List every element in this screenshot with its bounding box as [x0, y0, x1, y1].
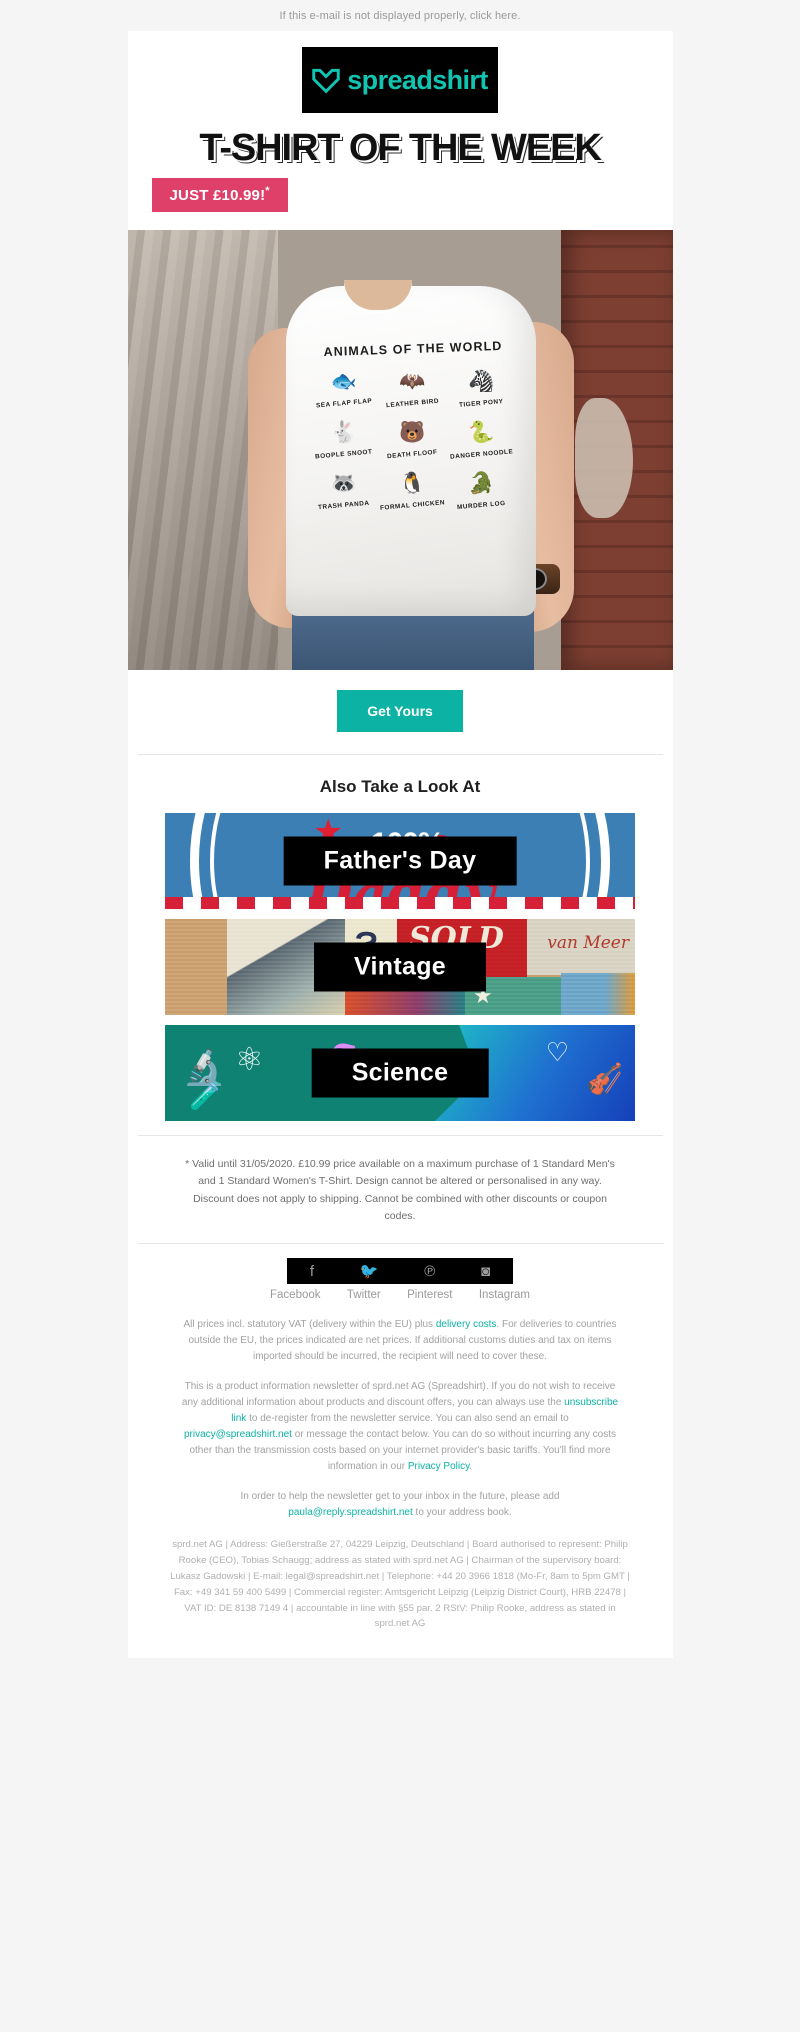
divider — [137, 1243, 663, 1245]
raccoon-icon: 🦝 — [330, 472, 357, 495]
print-animal-item: 🐍 DANGER NOODLE — [447, 415, 516, 461]
facebook-icon[interactable]: f — [310, 1264, 314, 1279]
sender-address-link[interactable]: paula@reply.spreadshirt.net — [288, 1507, 412, 1518]
instagram-link[interactable]: Instagram — [479, 1289, 530, 1301]
price-badge-asterisk: * — [265, 185, 270, 197]
tshirt-print-design: ANIMALS OF THE WORLD 🐟 SEA FLAP FLAP 🦇 L… — [310, 339, 516, 526]
price-badge-label: JUST £10.99! — [169, 187, 266, 204]
zebra-icon: 🦓 — [468, 370, 495, 393]
footer-vat-text: All prices incl. statutory VAT (delivery… — [128, 1301, 673, 1365]
print-animal-label: DANGER NOODLE — [449, 448, 513, 461]
inbox-text-part-2: to your address book. — [412, 1507, 512, 1519]
social-link-names: Facebook Twitter Pinterest Instagram — [270, 1289, 530, 1301]
preheader: If this e-mail is not displayed properly… — [0, 0, 800, 31]
model-figure: ANIMALS OF THE WORLD 🐟 SEA FLAP FLAP 🦇 L… — [247, 230, 574, 670]
print-animal-label: TIGER PONY — [458, 398, 504, 409]
banner-label: Father's Day — [283, 836, 517, 886]
offer-disclaimer: * Valid until 31/05/2020. £10.99 price a… — [185, 1158, 615, 1222]
print-animal-item: 🐻 DEATH FLOOF — [378, 415, 447, 461]
privacy-policy-link[interactable]: Privacy Policy — [408, 1461, 470, 1472]
print-animal-item: 🦇 LEATHER BIRD — [378, 364, 447, 410]
brand-name: spreadshirt — [347, 64, 488, 95]
heart-icon: ♡ — [545, 1037, 569, 1067]
stingray-icon: 🐟 — [330, 370, 357, 393]
delivery-costs-link[interactable]: delivery costs — [436, 1319, 497, 1330]
pinterest-icon[interactable]: ℗ — [424, 1264, 435, 1279]
banner-science[interactable]: 🔬 ⚛ 🧬 🧪 ♡ 🎻 Science — [165, 1025, 635, 1121]
preheader-text: If this e-mail is not displayed properly… — [279, 10, 470, 22]
microscope-icon: 🔬 — [183, 1049, 226, 1087]
vat-text-part-1: All prices incl. statutory VAT (delivery… — [183, 1319, 436, 1331]
print-animal-item: 🦝 TRASH PANDA — [310, 466, 379, 512]
print-animal-label: LEATHER BIRD — [385, 397, 440, 410]
banner-fathers-day[interactable]: 100% ★ Daddy Father's Day — [165, 813, 635, 909]
bear-icon: 🐻 — [399, 421, 426, 444]
test-tubes-icon: 🧪 — [189, 1081, 222, 1111]
cta-section: Get Yours — [128, 670, 673, 754]
background-brick-wall-right — [560, 230, 673, 670]
newsletter-text-part-2: to de-register from the newsletter servi… — [246, 1413, 569, 1425]
social-icon-bar: f 🐦 ℗ ◙ — [287, 1258, 513, 1285]
print-animal-label: DEATH FLOOF — [387, 448, 438, 461]
newsletter-text-part-1: This is a product information newsletter… — [181, 1381, 616, 1409]
print-animal-label: TRASH PANDA — [317, 499, 370, 512]
rabbit-icon: 🐇 — [330, 421, 357, 444]
price-badge-row: JUST £10.99!* — [128, 170, 673, 212]
logo-section: spreadshirt — [128, 31, 673, 113]
print-animal-item: 🐊 MURDER LOG — [447, 466, 516, 512]
facebook-link[interactable]: Facebook — [270, 1289, 321, 1301]
penguin-icon: 🐧 — [399, 472, 426, 495]
print-animal-label: MURDER LOG — [456, 499, 506, 512]
banner-vintage[interactable]: S SOLD van Meer ★ Vintage — [165, 919, 635, 1015]
newsletter-text-part-4: . — [469, 1461, 473, 1473]
instagram-icon[interactable]: ◙ — [481, 1264, 490, 1279]
print-title: ANIMALS OF THE WORLD — [322, 338, 503, 360]
model-jeans — [291, 608, 534, 670]
inbox-text-part-1: In order to help the newsletter get to y… — [240, 1491, 560, 1503]
bat-icon: 🦇 — [399, 370, 426, 393]
atom-icon: ⚛ — [235, 1041, 264, 1077]
print-animal-item: 🐇 BOOPLE SNOOT — [310, 415, 379, 461]
get-yours-button[interactable]: Get Yours — [337, 690, 463, 732]
privacy-email-link[interactable]: privacy@spreadshirt.net — [184, 1429, 292, 1440]
crocodile-icon: 🐊 — [468, 472, 495, 495]
spreadshirt-heart-logo-icon — [312, 68, 341, 94]
email-body: spreadshirt T-SHIRT OF THE WEEK JUST £10… — [127, 31, 673, 1659]
twitter-icon[interactable]: 🐦 — [360, 1264, 379, 1279]
print-animal-item: 🐧 FORMAL CHICKEN — [378, 466, 447, 512]
brand-logo[interactable]: spreadshirt — [302, 47, 498, 113]
print-animal-label: SEA FLAP FLAP — [315, 397, 373, 410]
print-animal-item: 🦓 TIGER PONY — [447, 364, 516, 410]
violin-icon: 🎻 — [585, 1063, 623, 1096]
print-animal-label: FORMAL CHICKEN — [379, 499, 446, 512]
also-look-at-heading: Also Take a Look At — [319, 777, 481, 796]
view-in-browser-link[interactable]: click here. — [470, 10, 521, 22]
pinterest-link[interactable]: Pinterest — [407, 1289, 452, 1301]
banner-label: Vintage — [314, 942, 486, 992]
print-animal-label: BOOPLE SNOOT — [314, 448, 373, 461]
snake-icon: 🐍 — [468, 421, 495, 444]
stripe-strip — [165, 897, 635, 909]
hero-product-photo[interactable]: ANIMALS OF THE WORLD 🐟 SEA FLAP FLAP 🦇 L… — [127, 230, 673, 670]
twitter-link[interactable]: Twitter — [347, 1289, 381, 1301]
print-animal-item: 🐟 SEA FLAP FLAP — [310, 364, 379, 410]
footer-newsletter-text: This is a product information newsletter… — [128, 1365, 673, 1475]
footer-inbox-text: In order to help the newsletter get to y… — [128, 1475, 673, 1521]
page-title: T-SHIRT OF THE WEEK — [199, 127, 601, 169]
banner-label: Science — [311, 1048, 489, 1098]
price-badge: JUST £10.99!* — [151, 178, 288, 212]
footer-legal-imprint: sprd.net AG | Address: Gießerstraße 27, … — [170, 1539, 630, 1630]
print-animal-grid: 🐟 SEA FLAP FLAP 🦇 LEATHER BIRD 🦓 TIGER P… — [310, 364, 516, 512]
